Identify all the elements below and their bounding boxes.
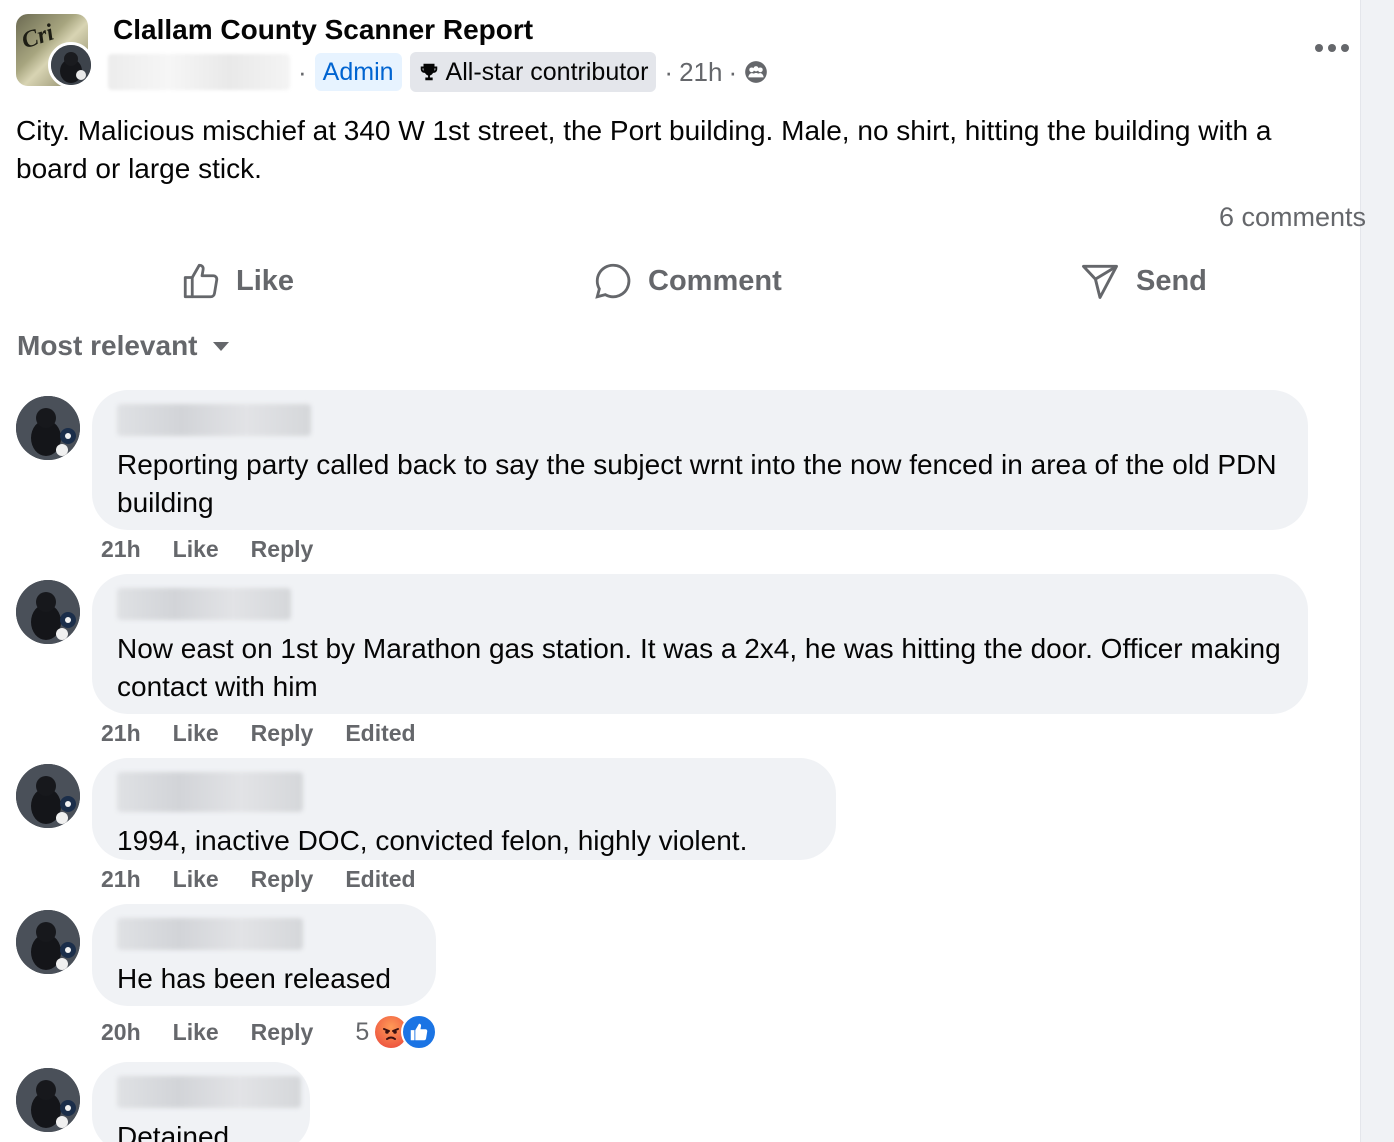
comment-text: He has been released bbox=[117, 963, 391, 994]
sort-label: Most relevant bbox=[17, 330, 198, 361]
comment-like-button[interactable]: Like bbox=[173, 720, 219, 747]
comment-bubble: Detained bbox=[92, 1062, 310, 1142]
scrollbar-track[interactable] bbox=[1360, 0, 1394, 1142]
comment-reply-button[interactable]: Reply bbox=[251, 720, 314, 747]
comment-bubble: 1994, inactive DOC, convicted felon, hig… bbox=[92, 758, 836, 860]
comment-count-link[interactable]: 6 comments bbox=[1219, 202, 1366, 233]
comment-text: Detained bbox=[117, 1121, 230, 1142]
comment-button[interactable]: Comment bbox=[592, 252, 782, 310]
comment-footer: 21h Like Reply Edited bbox=[101, 866, 416, 893]
commenter-name-redacted[interactable] bbox=[117, 404, 311, 436]
author-avatar[interactable] bbox=[48, 42, 94, 88]
commenter-name-redacted[interactable] bbox=[117, 772, 303, 812]
comment-timestamp[interactable]: 21h bbox=[101, 536, 141, 563]
comment-timestamp[interactable]: 21h bbox=[101, 720, 141, 747]
comment-footer: 21h Like Reply Edited bbox=[101, 720, 416, 747]
comment-reply-button[interactable]: Reply bbox=[251, 866, 314, 893]
group-name-link[interactable]: Clallam County Scanner Report bbox=[113, 14, 533, 46]
like-reaction-icon bbox=[401, 1014, 438, 1050]
comment-text: Now east on 1st by Marathon gas station.… bbox=[117, 633, 1281, 702]
like-label: Like bbox=[236, 264, 295, 297]
trophy-icon bbox=[420, 63, 437, 81]
commenter-avatar[interactable] bbox=[16, 1068, 80, 1132]
separator-dot: · bbox=[298, 56, 307, 87]
admin-badge[interactable]: Admin bbox=[314, 53, 402, 91]
comment-timestamp[interactable]: 20h bbox=[101, 1019, 141, 1046]
like-button[interactable]: Like bbox=[180, 252, 294, 310]
comment-reactions[interactable]: 5 bbox=[355, 1014, 438, 1050]
comment-sort-dropdown[interactable]: Most relevant bbox=[17, 330, 230, 362]
comment-edited-label[interactable]: Edited bbox=[345, 866, 415, 893]
commenter-avatar[interactable] bbox=[16, 396, 80, 460]
commenter-name-redacted[interactable] bbox=[117, 1076, 301, 1108]
commenter-avatar[interactable] bbox=[16, 580, 80, 644]
all-star-contributor-label: All-star contributor bbox=[445, 57, 649, 86]
separator-dot: · bbox=[664, 56, 674, 87]
author-name-redacted[interactable] bbox=[108, 54, 290, 90]
speech-bubble-icon bbox=[595, 263, 631, 299]
commenter-name-redacted[interactable] bbox=[117, 588, 291, 620]
commenter-name-redacted[interactable] bbox=[117, 918, 303, 950]
group-audience-icon bbox=[745, 61, 767, 83]
send-icon bbox=[1082, 264, 1118, 299]
comment-like-button[interactable]: Like bbox=[173, 866, 219, 893]
comment-label: Comment bbox=[648, 264, 782, 297]
caret-down-icon bbox=[212, 342, 229, 351]
comment-like-button[interactable]: Like bbox=[173, 536, 219, 563]
commenter-avatar[interactable] bbox=[16, 910, 80, 974]
all-star-contributor-badge[interactable]: All-star contributor bbox=[409, 52, 657, 92]
send-button[interactable]: Send bbox=[1078, 252, 1207, 310]
comment-text: Reporting party called back to say the s… bbox=[117, 449, 1277, 518]
separator-dot: · bbox=[728, 56, 738, 87]
post-meta-row: · Admin All-star contributor · 21h · bbox=[108, 52, 769, 92]
post-time-meta: · 21h · bbox=[664, 57, 769, 88]
reaction-count: 5 bbox=[355, 1017, 370, 1046]
commenter-avatar[interactable] bbox=[16, 764, 80, 828]
more-horizontal-icon bbox=[1315, 44, 1349, 52]
comment-bubble: He has been released bbox=[92, 904, 436, 1006]
comment-reply-button[interactable]: Reply bbox=[251, 1019, 314, 1046]
comment-bubble: Reporting party called back to say the s… bbox=[92, 390, 1308, 530]
post-body-text: City. Malicious mischief at 340 W 1st st… bbox=[16, 115, 1272, 184]
comment-like-button[interactable]: Like bbox=[173, 1019, 219, 1046]
comment-edited-label[interactable]: Edited bbox=[345, 720, 415, 747]
post-action-bar: Like Comment Send bbox=[0, 252, 1360, 312]
comment-timestamp[interactable]: 21h bbox=[101, 866, 141, 893]
thumbs-up-icon bbox=[183, 263, 219, 299]
post-timestamp[interactable]: 21h bbox=[679, 57, 722, 88]
comment-footer: 21h Like Reply bbox=[101, 536, 313, 563]
comment-bubble: Now east on 1st by Marathon gas station.… bbox=[92, 574, 1308, 714]
more-options-button[interactable] bbox=[1310, 36, 1354, 60]
comment-reply-button[interactable]: Reply bbox=[251, 536, 314, 563]
send-label: Send bbox=[1136, 264, 1207, 297]
group-avatar-logo-text: Cri bbox=[18, 19, 58, 55]
comment-footer: 20h Like Reply 5 bbox=[101, 1014, 438, 1050]
comment-text: 1994, inactive DOC, convicted felon, hig… bbox=[117, 825, 748, 856]
